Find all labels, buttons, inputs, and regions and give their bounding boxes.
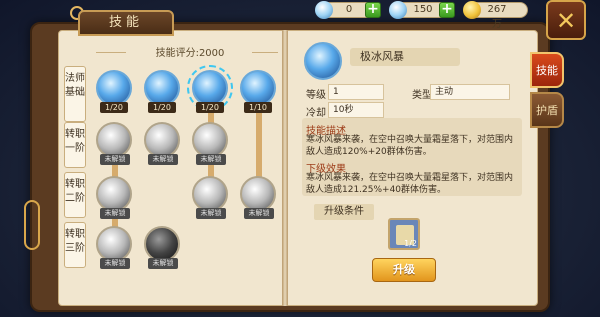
add-currency-button[interactable]: +	[439, 2, 455, 18]
skill-level-badge: 未解锁	[100, 258, 130, 269]
category-tab-tier1[interactable]: 转职一阶	[64, 122, 86, 168]
diamond-icon	[389, 1, 407, 19]
next-level-text: 寒冰风暴来袭，在空中召唤大量霜星落下，对范围内敌人造成121.25%+40群体伤…	[306, 173, 514, 195]
add-currency-button[interactable]: +	[365, 2, 381, 18]
cooldown-value: 10秒	[328, 102, 384, 118]
selected-skill-icon	[304, 42, 342, 80]
skill-node-icon[interactable]	[144, 226, 180, 262]
skill-node-icon[interactable]	[96, 122, 132, 158]
skill-node-icon[interactable]	[187, 65, 233, 111]
category-label: 转职三阶	[65, 229, 85, 254]
level-value: 1	[328, 84, 384, 100]
skill-name: 极冰风暴	[350, 48, 460, 66]
skill-level-badge: 1/10	[244, 102, 272, 113]
skill-level-badge: 1/20	[100, 102, 128, 113]
skill-node-icon[interactable]	[144, 122, 180, 158]
type-label: 类型	[412, 90, 432, 101]
level-label: 等级	[306, 90, 326, 101]
skill-level-badge: 未解锁	[196, 208, 226, 219]
skill-level-badge: 1/20	[148, 102, 176, 113]
skill-level-badge: 未解锁	[196, 154, 226, 165]
category-tab-basic[interactable]: 法师基础	[64, 66, 86, 122]
description-text: 寒冰风暴来袭，在空中召唤大量霜星落下，对范围内敌人造成120%+20群体伤害。	[306, 135, 514, 157]
category-label: 转职二阶	[65, 179, 85, 204]
skill-level-badge: 未解锁	[100, 208, 130, 219]
currency-amount: 267万	[487, 4, 507, 30]
item-count: 1/2	[404, 239, 417, 248]
close-icon: ✕	[555, 7, 577, 35]
currency-diamond-bound: 0 +	[315, 1, 381, 19]
skill-node-icon[interactable]	[192, 122, 228, 158]
skill-node-icon[interactable]	[96, 176, 132, 212]
divider	[96, 52, 126, 53]
skill-level-badge: 未解锁	[148, 154, 178, 165]
cooldown-label: 冷却	[306, 108, 326, 119]
divider	[252, 52, 278, 53]
currency-amount: 0	[345, 4, 353, 15]
skill-node-icon[interactable]	[192, 176, 228, 212]
skill-level-badge: 未解锁	[100, 154, 130, 165]
gold-coin-icon	[463, 1, 481, 19]
upgrade-condition-title: 升级条件	[314, 204, 374, 220]
book-spine	[282, 30, 288, 306]
category-tab-tier3[interactable]: 转职三阶	[64, 222, 86, 268]
skill-connector	[256, 110, 262, 186]
skill-node-icon[interactable]	[96, 226, 132, 262]
tab-shield[interactable]: 护盾	[530, 92, 564, 128]
skill-node-icon[interactable]	[240, 70, 276, 106]
tab-skill[interactable]: 技能	[530, 52, 564, 88]
skill-node-icon[interactable]	[144, 70, 180, 106]
diamond-icon	[315, 1, 333, 19]
skill-level-badge: 1/20	[196, 102, 224, 113]
panel-title: 技能	[78, 10, 174, 36]
currency-diamond: 150 +	[389, 1, 455, 19]
skill-description-box: 技能描述 寒冰风暴来袭，在空中召唤大量霜星落下，对范围内敌人造成120%+20群…	[302, 118, 522, 196]
category-label: 转职一阶	[65, 129, 85, 154]
key-decoration-icon	[24, 200, 40, 250]
close-button[interactable]: ✕	[546, 0, 586, 40]
skill-level-badge: 未解锁	[148, 258, 178, 269]
category-label: 法师基础	[65, 73, 85, 98]
upgrade-button[interactable]: 升级	[372, 258, 436, 282]
skill-node-icon[interactable]	[96, 70, 132, 106]
skill-level-badge: 未解锁	[244, 208, 274, 219]
type-value: 主动	[430, 84, 510, 100]
upgrade-material-item[interactable]: 1/2	[388, 218, 420, 250]
currency-amount: 150	[413, 4, 433, 15]
category-tab-tier2[interactable]: 转职二阶	[64, 172, 86, 218]
currency-gold: 267万	[463, 1, 528, 30]
skill-node-icon[interactable]	[240, 176, 276, 212]
skill-score: 技能评分:2000	[155, 48, 225, 59]
